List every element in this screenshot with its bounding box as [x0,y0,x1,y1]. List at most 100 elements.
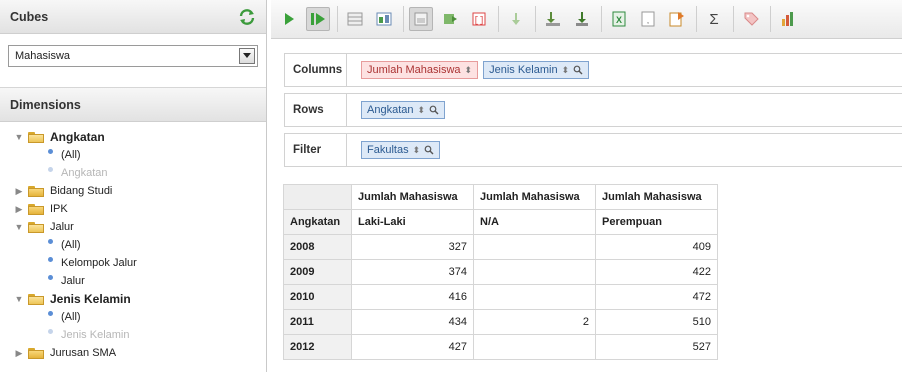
toolbar-separator [535,6,536,32]
column-header-member[interactable]: Laki-Laki [351,209,474,235]
workspace: [] X , Σ Columns Jumlah Mahasiswa ⬍ Jeni… [271,0,902,372]
column-header-measure[interactable]: Jumlah Mahasiswa [595,184,718,210]
tree-leaf-label: (All) [61,311,81,323]
row-header[interactable]: 2011 [283,309,352,335]
tree-node-bidang-studi[interactable]: ▶ Bidang Studi [14,182,266,200]
tree-leaf-label: Jenis Kelamin [61,329,130,341]
data-cell[interactable]: 2 [473,309,596,335]
tree-node-label: Jurusan SMA [50,347,117,359]
measure-pill-jumlah-mahasiswa[interactable]: Jumlah Mahasiswa ⬍ [361,61,479,79]
data-cell[interactable]: 427 [351,334,474,360]
export-icon[interactable] [504,7,528,31]
column-header-measure[interactable]: Jumlah Mahasiswa [351,184,474,210]
svg-text:,: , [647,16,649,25]
data-cell[interactable]: 434 [351,309,474,335]
excel-icon[interactable]: X [607,7,631,31]
search-icon[interactable] [429,105,439,115]
data-cell[interactable]: 527 [595,334,718,360]
columns-axis[interactable]: Columns Jumlah Mahasiswa ⬍ Jenis Kelamin… [284,53,902,87]
sort-icon[interactable]: ⬍ [413,145,421,156]
tree-leaf-label: Angkatan [61,167,108,179]
pdf-icon[interactable] [665,7,689,31]
play-icon[interactable] [277,7,301,31]
data-cell[interactable] [473,284,596,310]
level-dot-icon [48,310,53,316]
tree-leaf-label: Kelompok Jalur [61,257,137,269]
data-cell[interactable]: 327 [351,234,474,260]
drill-through-icon[interactable] [570,7,594,31]
data-cell[interactable]: 422 [595,259,718,285]
tag-icon[interactable] [739,7,763,31]
column-header-member[interactable]: N/A [473,209,596,235]
drill-icon[interactable] [438,7,462,31]
tree-node-ipk[interactable]: ▶ IPK [14,200,266,218]
folder-open-icon [28,131,44,143]
dimensions-title: Dimensions [10,97,81,112]
rows-axis[interactable]: Rows Angkatan ⬍ [284,93,902,127]
data-cell[interactable] [473,234,596,260]
tree-node-jurusan-sma[interactable]: ▶ Jurusan SMA [14,344,266,362]
swap-axes-icon[interactable] [409,7,433,31]
data-cell[interactable]: 409 [595,234,718,260]
totals-icon[interactable]: Σ [702,7,726,31]
filter-axis[interactable]: Filter Fakultas ⬍ [284,133,902,167]
tree-node-label: Bidang Studi [50,185,113,197]
dimension-pill-fakultas[interactable]: Fakultas ⬍ [361,141,441,159]
sort-icon[interactable]: ⬍ [417,105,425,116]
tree-node-label: Jenis Kelamin [50,292,131,306]
data-cell[interactable]: 510 [595,309,718,335]
tree-node-jenis-kelamin[interactable]: ▼ Jenis Kelamin [14,290,266,308]
collapsed-arrow-icon[interactable]: ▶ [14,186,24,197]
row-dimension-header[interactable]: Angkatan [283,209,352,235]
rows-label: Rows [285,94,347,126]
row-header[interactable]: 2012 [283,334,352,360]
non-empty-icon[interactable] [372,7,396,31]
drill-down-icon[interactable] [541,7,565,31]
row-header[interactable]: 2010 [283,284,352,310]
csv-icon[interactable]: , [636,7,660,31]
tree-leaf-jalur[interactable]: Jalur [14,272,266,290]
mdx-icon[interactable]: [] [467,7,491,31]
dimensions-header: Dimensions [0,88,266,122]
dimension-pill-angkatan[interactable]: Angkatan ⬍ [361,101,446,119]
search-icon[interactable] [424,145,434,155]
sort-icon[interactable]: ⬍ [465,65,473,76]
expanded-arrow-icon[interactable]: ▼ [14,132,24,142]
data-cell[interactable]: 472 [595,284,718,310]
chart-icon[interactable] [776,7,800,31]
column-header-member[interactable]: Perempuan [595,209,718,235]
data-cell[interactable]: 416 [351,284,474,310]
table-row: 2008 327 409 [283,234,718,260]
corner-cell [283,184,352,210]
dimension-pill-jenis-kelamin[interactable]: Jenis Kelamin ⬍ [483,61,590,79]
tree-node-label: Jalur [50,221,74,233]
row-header[interactable]: 2008 [283,234,352,260]
tree-node-angkatan[interactable]: ▼ Angkatan [14,128,266,146]
tree-leaf-jenis-kelamin-all[interactable]: (All) [14,308,266,326]
expanded-arrow-icon[interactable]: ▼ [14,294,24,304]
pill-label: Angkatan [367,104,414,116]
collapsed-arrow-icon[interactable]: ▶ [14,348,24,359]
data-cell[interactable]: 374 [351,259,474,285]
sort-icon[interactable]: ⬍ [562,65,570,76]
tree-leaf-angkatan-all[interactable]: (All) [14,146,266,164]
expanded-arrow-icon[interactable]: ▼ [14,222,24,232]
data-cell[interactable] [473,334,596,360]
tree-node-jalur[interactable]: ▼ Jalur [14,218,266,236]
hide-parents-icon[interactable] [343,7,367,31]
tree-leaf-jalur-all[interactable]: (All) [14,236,266,254]
level-dot-icon [48,328,53,334]
refresh-icon[interactable] [238,8,256,26]
folder-open-icon [28,293,44,305]
data-cell[interactable] [473,259,596,285]
search-icon[interactable] [573,65,583,75]
row-header[interactable]: 2009 [283,259,352,285]
pill-label: Fakultas [367,144,409,156]
tree-leaf-kelompok-jalur[interactable]: Kelompok Jalur [14,254,266,272]
column-header-measure[interactable]: Jumlah Mahasiswa [473,184,596,210]
auto-run-icon[interactable] [306,7,330,31]
cube-select[interactable]: Mahasiswa [8,45,258,67]
pill-label: Jenis Kelamin [489,64,558,76]
dropdown-arrow-icon[interactable] [239,48,255,64]
collapsed-arrow-icon[interactable]: ▶ [14,204,24,215]
